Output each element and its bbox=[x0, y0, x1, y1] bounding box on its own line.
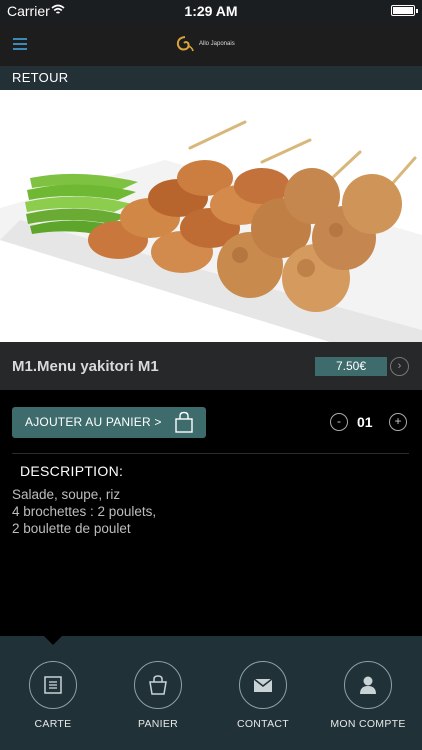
description-line: 2 boulette de poulet bbox=[12, 521, 131, 536]
back-bar: RETOUR bbox=[0, 66, 422, 90]
tab-carte[interactable]: CARTE bbox=[5, 661, 101, 730]
tab-panier-circle bbox=[134, 661, 182, 709]
tab-bar: CARTE PANIER CONTACT MON COMPTE bbox=[0, 636, 422, 750]
increase-quantity-button[interactable]: + bbox=[389, 413, 407, 431]
divider bbox=[12, 453, 409, 454]
logo-icon bbox=[176, 36, 194, 52]
tab-panier-label: PANIER bbox=[137, 718, 179, 730]
app-header: Allo Japonais bbox=[0, 22, 422, 66]
menu-card-icon bbox=[44, 676, 62, 694]
tab-contact[interactable]: CONTACT bbox=[215, 661, 311, 730]
shopping-bag-icon bbox=[175, 411, 193, 433]
add-to-cart-button[interactable]: AJOUTER AU PANIER > bbox=[12, 407, 206, 438]
decrease-quantity-button[interactable]: - bbox=[330, 413, 348, 431]
tab-panier[interactable]: PANIER bbox=[110, 661, 206, 730]
tab-carte-label: CARTE bbox=[34, 718, 72, 730]
product-name: M1.Menu yakitori M1 bbox=[12, 358, 159, 375]
product-image bbox=[0, 90, 422, 342]
tab-mon-compte[interactable]: MON COMPTE bbox=[320, 661, 416, 730]
description-line: Salade, soupe, riz bbox=[12, 487, 121, 502]
brand-name: Allo Japonais bbox=[199, 41, 235, 47]
back-button[interactable]: RETOUR bbox=[12, 70, 68, 85]
tab-contact-label: CONTACT bbox=[236, 718, 290, 730]
price-badge: 7.50€ bbox=[315, 357, 387, 376]
tab-mon-compte-circle bbox=[344, 661, 392, 709]
hamburger-icon[interactable] bbox=[13, 38, 27, 50]
description-line: 4 brochettes : 2 poulets, bbox=[12, 504, 157, 519]
app-logo: Allo Japonais bbox=[175, 34, 255, 54]
tab-mon-compte-label: MON COMPTE bbox=[330, 718, 406, 730]
tab-carte-circle bbox=[29, 661, 77, 709]
chevron-right-icon[interactable]: › bbox=[390, 357, 409, 376]
battery-icon bbox=[391, 5, 418, 16]
shopping-bag-icon bbox=[149, 675, 167, 695]
tab-contact-circle bbox=[239, 661, 287, 709]
status-bar: Carrier 1:29 AM bbox=[0, 0, 422, 22]
description-title: DESCRIPTION: bbox=[20, 463, 124, 479]
quantity-value: 01 bbox=[357, 414, 373, 430]
clock: 1:29 AM bbox=[184, 3, 238, 19]
envelope-icon bbox=[253, 678, 273, 692]
description-text: Salade, soupe, riz 4 brochettes : 2 poul… bbox=[12, 486, 156, 537]
add-to-cart-label: AJOUTER AU PANIER > bbox=[25, 415, 162, 429]
user-icon bbox=[360, 676, 376, 694]
active-tab-indicator bbox=[44, 636, 62, 645]
